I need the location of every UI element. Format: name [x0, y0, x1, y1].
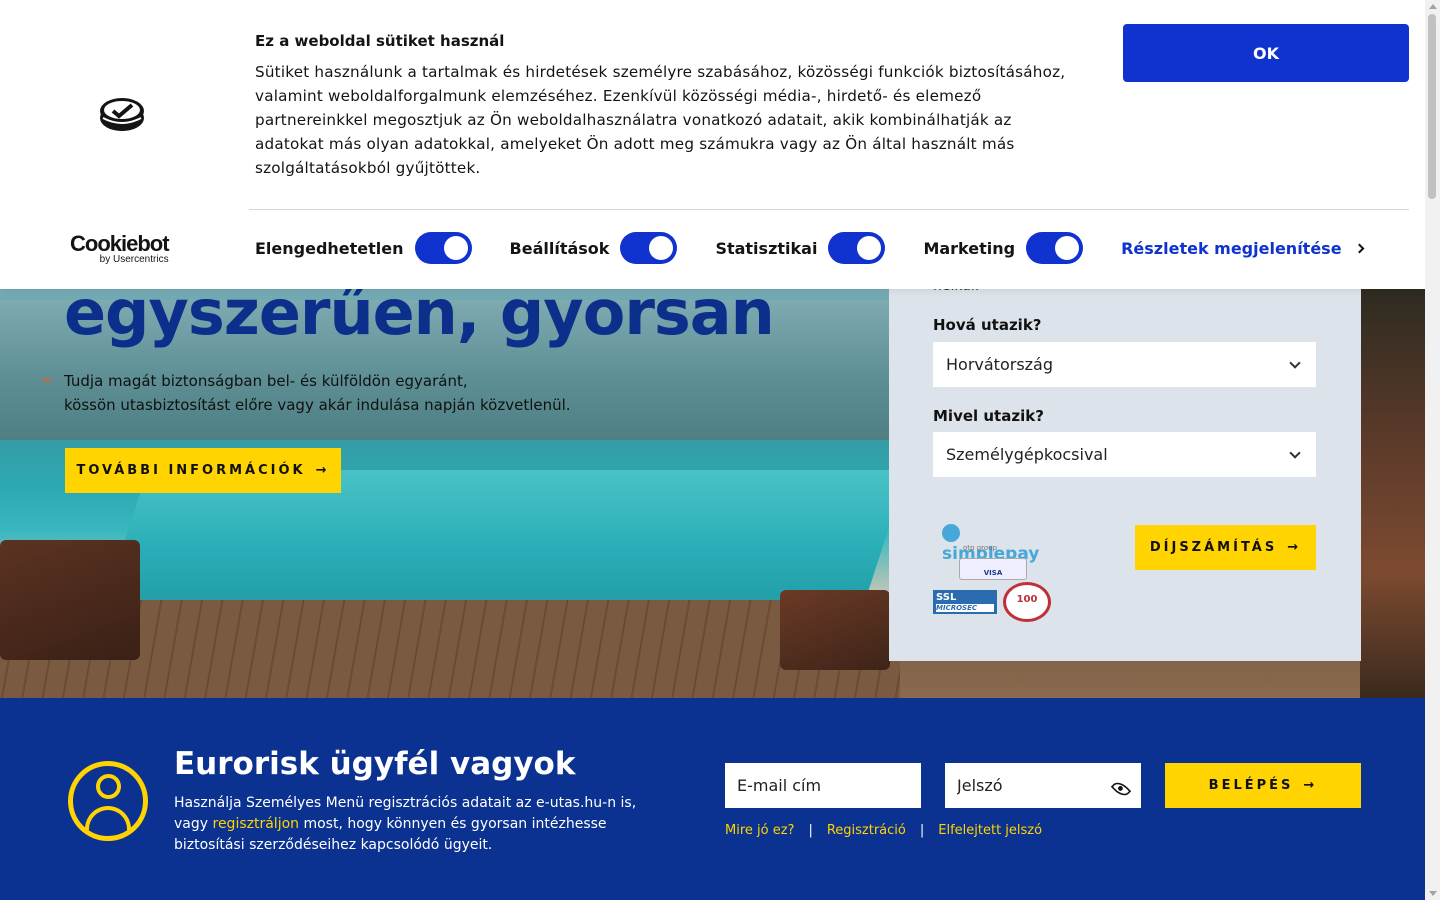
user-icon — [68, 761, 148, 841]
login-links: Mire jó ez? | Regisztráció | Elfelejtett… — [725, 823, 1042, 838]
simplepay-icon — [942, 524, 960, 542]
eye-pupil — [1117, 785, 1124, 792]
payment-security-badges: simplepay otp group VISA SSL MICROSEC 10… — [933, 522, 1057, 622]
guarantee-seal: 100 — [1003, 582, 1051, 622]
cookie-category-toggles: Elengedhetetlen Beállítások Statisztikai… — [255, 232, 1364, 264]
card-brands-logo: VISA — [959, 558, 1027, 580]
cookiebot-logo: Cookiebot by Usercentrics — [70, 231, 170, 266]
calculate-button-label: DÍJSZÁMÍTÁS — [1149, 540, 1278, 555]
toggle-necessary-label: Elengedhetetlen — [255, 238, 404, 258]
hero-description: Tudja magát biztonságban bel- és külföld… — [64, 369, 571, 417]
registration-link[interactable]: Regisztráció — [827, 823, 906, 838]
toggle-preferences-switch[interactable] — [620, 232, 678, 264]
price-calculator-panel: nélkül. Hová utazik? Horvátország Mivel … — [889, 250, 1361, 661]
hero-description-line1: Tudja magát biztonságban bel- és külföld… — [64, 372, 468, 390]
scroll-down-arrow-icon[interactable] — [1429, 891, 1437, 896]
toggle-statistics-label: Statisztikai — [715, 238, 818, 258]
show-details-label: Részletek megjelenítése — [1121, 238, 1342, 258]
more-info-button[interactable]: TOVÁBBI INFORMÁCIÓK → — [65, 448, 341, 493]
chevron-down-icon — [1289, 446, 1301, 459]
login-button[interactable]: BELÉPÉS → — [1165, 763, 1361, 808]
ssl-badge-text: SSL — [936, 592, 957, 603]
toggle-statistics-switch[interactable] — [828, 232, 886, 264]
toggle-marketing-label: Marketing — [923, 238, 1016, 258]
transport-label: Mivel utazik? — [933, 407, 1044, 425]
chevron-right-icon — [1354, 243, 1364, 253]
user-icon-head — [96, 774, 121, 799]
toggle-statistics: Statisztikai — [715, 232, 886, 264]
chevron-down-icon — [1289, 356, 1301, 369]
hero-description-line2: kössön utasbiztosítást előre vagy akár i… — [64, 396, 571, 414]
scroll-up-arrow-icon[interactable] — [1429, 4, 1437, 9]
arrow-right-icon: → — [1287, 540, 1302, 555]
ssl-badge: SSL MICROSEC — [933, 590, 997, 614]
toggle-necessary-switch[interactable] — [414, 232, 472, 264]
destination-label: Hová utazik? — [933, 316, 1042, 334]
cookie-ok-button[interactable]: OK — [1123, 24, 1409, 82]
login-button-label: BELÉPÉS — [1208, 778, 1294, 793]
cookie-banner-text: Sütiket használunk a tartalmak és hirdet… — [255, 63, 1066, 177]
link-separator: | — [808, 823, 813, 838]
forgot-password-link[interactable]: Elfelejtett jelszó — [938, 823, 1042, 838]
login-description: Használja Személyes Menü regisztrációs a… — [174, 793, 654, 856]
cookiebot-icon — [100, 98, 144, 131]
hero-side-image — [1360, 280, 1425, 698]
toggle-necessary: Elengedhetetlen — [255, 232, 472, 264]
email-field[interactable] — [725, 763, 921, 808]
transport-select[interactable]: Személygépkocsival — [933, 432, 1316, 477]
scrollbar-thumb[interactable] — [1428, 14, 1436, 199]
toggle-preferences: Beállítások — [510, 232, 678, 264]
cookie-banner-title: Ez a weboldal sütiket használ — [255, 32, 505, 50]
register-inline-link[interactable]: regisztráljon — [213, 816, 300, 832]
microsec-label: MICROSEC — [936, 604, 994, 612]
arrow-right-icon: → — [1303, 778, 1318, 793]
arrow-right-icon: → — [315, 463, 330, 478]
cookie-consent-banner: Ez a weboldal sütiket használ Sütiket ha… — [0, 0, 1425, 289]
login-title: Eurorisk ügyfél vagyok — [174, 746, 576, 782]
page-scrollbar[interactable] — [1425, 0, 1440, 900]
destination-select-value: Horvátország — [946, 355, 1054, 374]
otp-group-label: otp group — [963, 544, 998, 552]
show-details-link[interactable]: Részletek megjelenítése — [1121, 238, 1364, 258]
link-separator: | — [919, 823, 925, 838]
more-info-button-label: TOVÁBBI INFORMÁCIÓK — [76, 463, 306, 478]
user-icon-body — [85, 806, 131, 830]
toggle-marketing: Marketing — [923, 232, 1084, 264]
what-is-it-good-for-link[interactable]: Mire jó ez? — [725, 823, 794, 838]
cookie-divider — [249, 209, 1409, 210]
hero-accent-dash — [43, 379, 51, 381]
hero-chair-image — [780, 590, 890, 670]
cookiebot-wordmark: Cookiebot — [70, 231, 170, 256]
toggle-marketing-switch[interactable] — [1026, 232, 1084, 264]
hero-lounger-image — [0, 540, 140, 660]
destination-select[interactable]: Horvátország — [933, 342, 1316, 387]
calculate-price-button[interactable]: DÍJSZÁMÍTÁS → — [1135, 525, 1316, 570]
transport-select-value: Személygépkocsival — [946, 445, 1108, 464]
customer-login-section: Eurorisk ügyfél vagyok Használja Személy… — [0, 698, 1425, 900]
toggle-preferences-label: Beállítások — [509, 238, 610, 258]
